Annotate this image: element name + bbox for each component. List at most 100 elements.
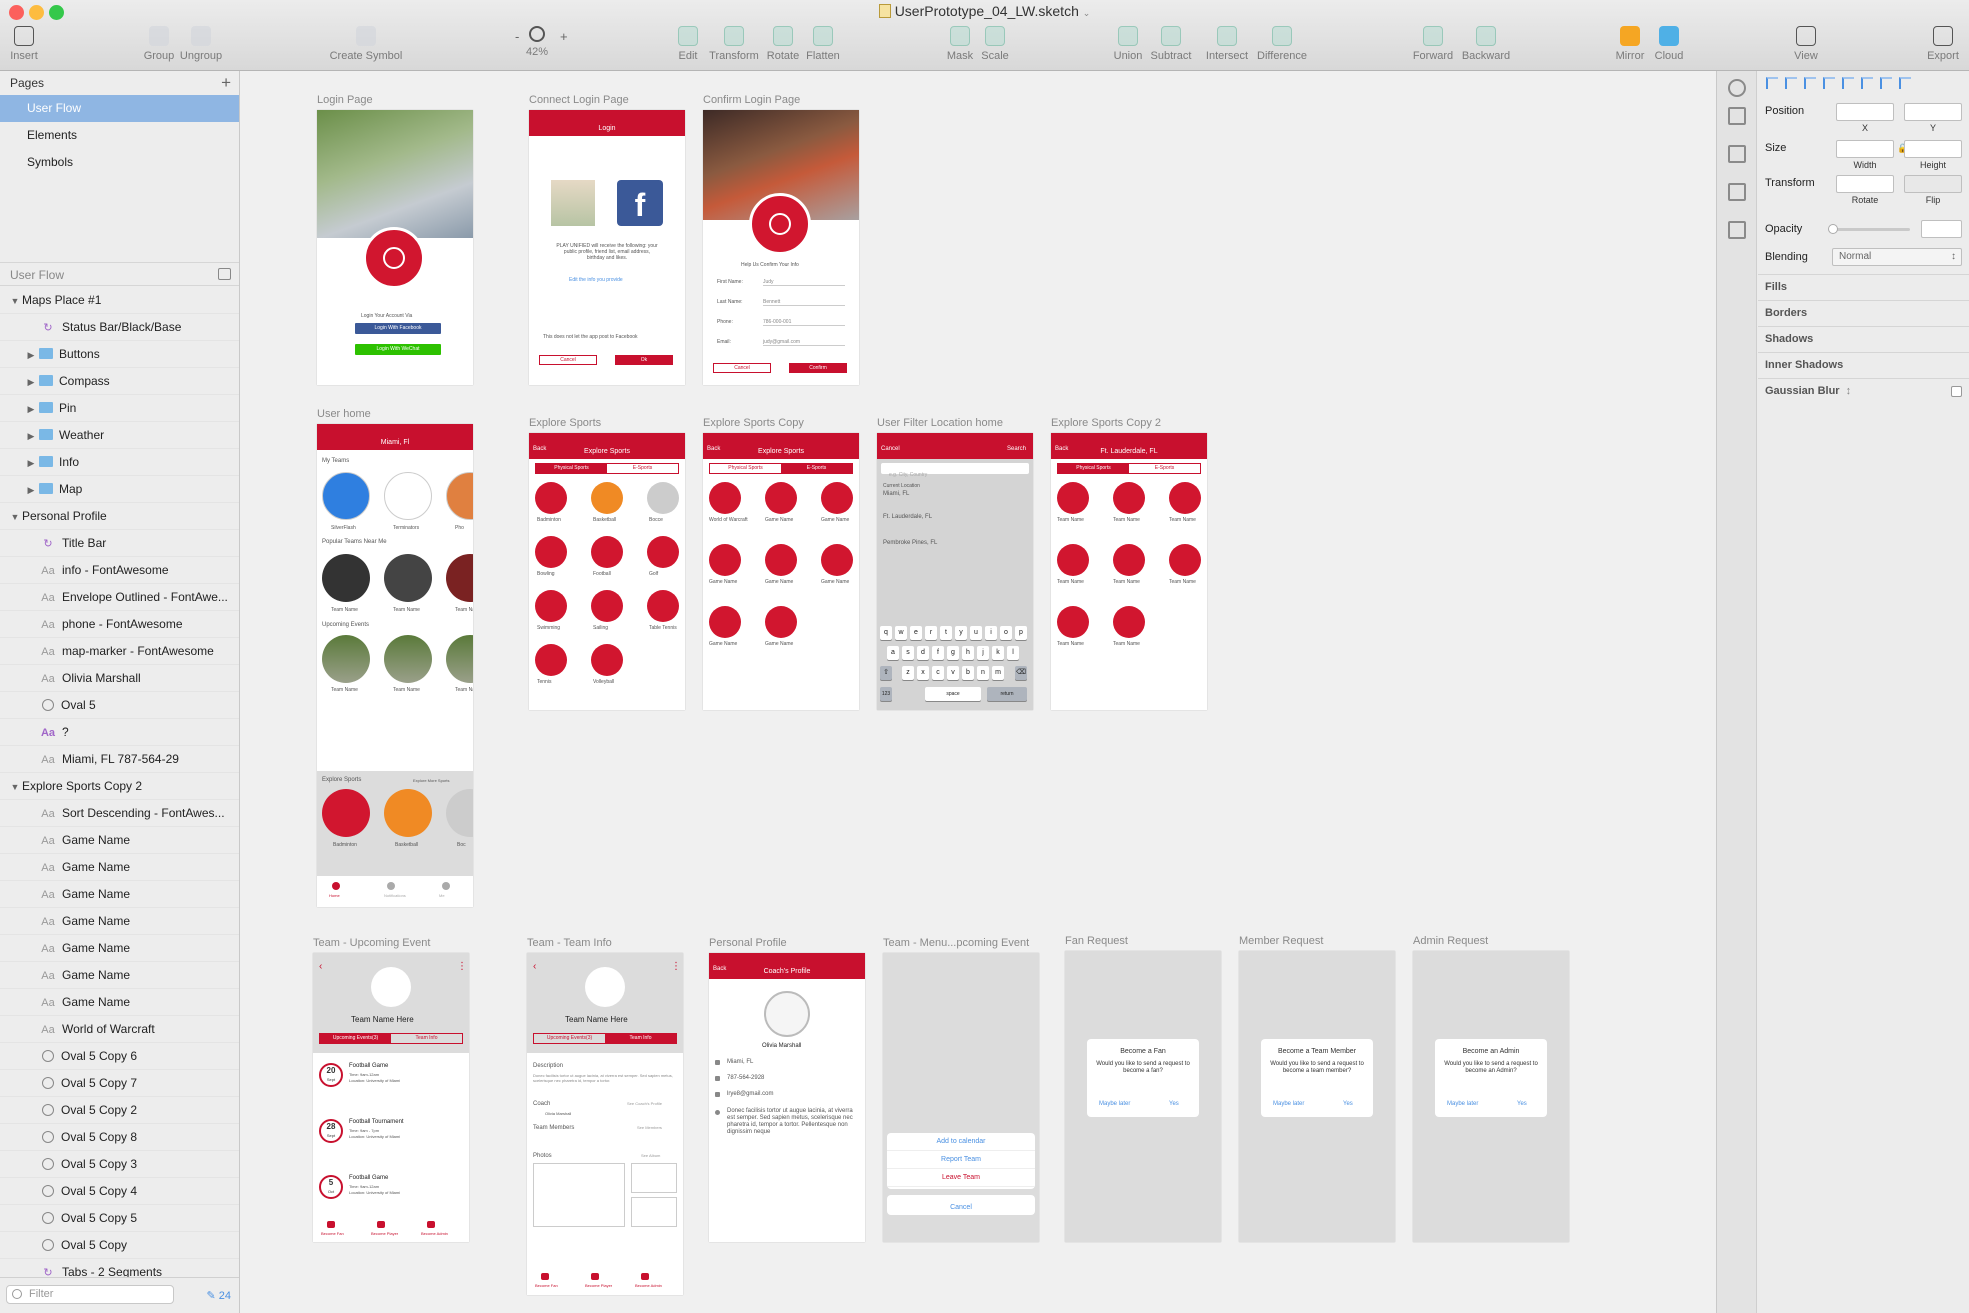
menu-item[interactable]: Add to calendar [887,1133,1035,1151]
artboard-filter[interactable]: User Filter Location home Cancel Search e.g… [877,417,1033,710]
disclosure-triangle-icon[interactable]: ▶ [24,423,38,448]
grid-icon[interactable] [1728,221,1746,239]
layer-row[interactable]: Aa Olivia Marshall [0,665,239,692]
disclosure-triangle-icon[interactable]: ▼ [8,504,22,529]
layer-row[interactable]: Aa info - FontAwesome [0,557,239,584]
artboard-team-events[interactable]: Team - Upcoming Event ‹ ⋮ Team Name Here Upc… [313,937,469,1242]
game-icon[interactable] [765,606,797,638]
photo-placeholder[interactable] [631,1163,677,1193]
align-right-icon[interactable] [1804,77,1816,89]
artboard-screen[interactable]: Login f PLAY UNIFIED will receive the foll… [529,110,685,385]
team-icon[interactable] [1057,606,1089,638]
artboard-login[interactable]: Login Page Login Your Account Via Login Wi… [317,94,473,385]
artboard-screen[interactable]: Coach's Profile Back Olivia Marshall Miami,… [709,953,865,1242]
layer-row[interactable]: ▶ Buttons [0,341,239,368]
coach-name[interactable]: Olivia Marshall [545,1111,571,1116]
opacity-slider-knob[interactable] [1828,224,1838,234]
sport-icon[interactable] [535,482,567,514]
sport-icon[interactable] [647,536,679,568]
edit-info-link[interactable]: Edit the info you provide [569,277,623,283]
layer-row[interactable]: Oval 5 Copy 7 [0,1070,239,1097]
x-field[interactable] [1836,103,1894,121]
zoom-in-icon[interactable]: + [560,29,568,44]
sport-icon[interactable] [535,644,567,676]
keyboard-key[interactable]: r [925,626,937,640]
team-icon[interactable] [1057,544,1089,576]
keyboard-key[interactable]: a [887,646,899,660]
more-icon[interactable]: ⋮ [457,961,467,972]
keyboard-key[interactable]: z [902,666,914,680]
share-icon[interactable] [1728,79,1746,97]
more-icon[interactable]: ⋮ [671,961,681,972]
keyboard-key[interactable]: f [932,646,944,660]
keyboard-key[interactable]: d [917,646,929,660]
keyboard-key[interactable]: n [977,666,989,680]
tab-label[interactable]: Notifications [384,893,406,898]
opacity-field[interactable] [1921,220,1962,238]
artboard-confirm[interactable]: Confirm Login Page Help Us Confirm Your I… [703,94,859,385]
filter-count[interactable]: ✎ 24 [206,1289,231,1302]
layer-row[interactable]: Aa Miami, FL 787-564-29 [0,746,239,773]
layer-row[interactable]: ▼ Personal Profile [0,503,239,530]
keyboard-key[interactable]: k [992,646,1004,660]
confirm-button[interactable]: Confirm [789,363,847,373]
enable-checkbox[interactable] [1951,386,1962,397]
disclosure-triangle-icon[interactable]: ▶ [24,396,38,421]
action-label[interactable]: Become Admin [421,1231,448,1236]
action-icon[interactable] [327,1221,335,1228]
team-avatar[interactable] [322,472,370,520]
shift-key[interactable]: ⇧ [880,666,892,680]
layer-row[interactable]: Aa Game Name [0,935,239,962]
layer-row[interactable]: Oval 5 Copy [0,1232,239,1259]
canvas[interactable]: Login Page Login Your Account Via Login Wi… [240,71,1716,1313]
event-image[interactable] [446,635,473,683]
cancel-button[interactable]: Cancel [881,446,900,452]
export-button[interactable]: Export [1903,26,1969,62]
layout-icon[interactable] [1728,183,1746,201]
event-image[interactable] [322,635,370,683]
tab-icon[interactable] [387,882,395,890]
segment[interactable]: Team Info [391,1034,462,1043]
sport-icon[interactable] [322,789,370,837]
back-button[interactable]: Back [713,966,726,972]
artboard-fan[interactable]: Fan Request Become a Fan Would you like to… [1065,935,1221,1242]
artboard-screen[interactable]: Add to calendar Report Team Leave Team Canc… [883,953,1039,1242]
sport-icon[interactable] [591,536,623,568]
keyboard-key[interactable]: b [962,666,974,680]
align-bottom-icon[interactable] [1880,77,1892,89]
keyboard-key[interactable]: h [962,646,974,660]
sport-icon[interactable] [384,789,432,837]
keyboard-key[interactable]: u [970,626,982,640]
layer-row[interactable]: Oval 5 [0,692,239,719]
team-avatar[interactable] [384,472,432,520]
segment[interactable]: Physical Sports [710,464,781,473]
section-gaussian-blur[interactable]: Gaussian Blur ↕ [1758,378,1969,404]
team-icon[interactable] [1113,482,1145,514]
game-icon[interactable] [765,544,797,576]
artboard-screen[interactable]: Become an Admin Would you like to send a … [1413,951,1569,1242]
layer-row[interactable]: Aa Game Name [0,881,239,908]
keyboard-key[interactable]: p [1015,626,1027,640]
see-members-link[interactable]: See Members [637,1125,662,1130]
action-label[interactable]: Become Fan [321,1231,344,1236]
segment[interactable]: E-Sports [1129,464,1200,473]
current-location-value[interactable]: Miami, FL [883,491,909,497]
section-inner-shadows[interactable]: Inner Shadows [1758,352,1969,378]
team-icon[interactable] [1057,482,1089,514]
sports-segmented-control[interactable]: Physical Sports E-Sports [709,463,853,474]
layer-row[interactable]: Oval 5 Copy 3 [0,1151,239,1178]
maybe-later-button[interactable]: Maybe later [1447,1101,1478,1107]
layer-row[interactable]: ↻ Tabs - 2 Segments [0,1259,239,1277]
layer-row[interactable]: ▼ Explore Sports Copy 2 [0,773,239,800]
ungroup-button[interactable]: Ungroup [161,26,241,62]
height-field[interactable] [1904,140,1962,158]
back-button[interactable]: Back [1055,446,1068,452]
cancel-button[interactable]: Cancel [539,355,597,365]
keyboard-key[interactable]: l [1007,646,1019,660]
disclosure-triangle-icon[interactable]: ▼ [8,774,22,799]
keyboard-key[interactable]: x [917,666,929,680]
disclosure-triangle-icon[interactable]: ▶ [24,369,38,394]
maybe-later-button[interactable]: Maybe later [1273,1101,1304,1107]
segment[interactable]: E-Sports [607,464,678,473]
layer-row[interactable]: Aa Sort Descending - FontAwes... [0,800,239,827]
